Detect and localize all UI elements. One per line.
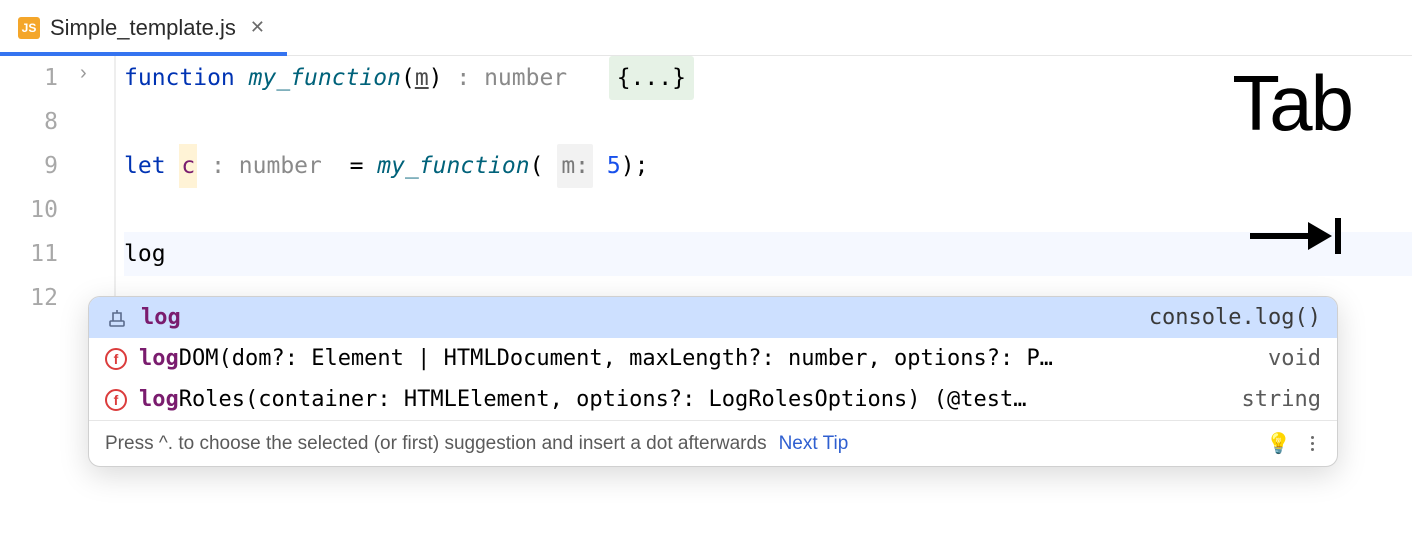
param-hint: m: [557,144,593,188]
function-call: my_function [377,144,529,188]
popup-footer: Press ^. to choose the selected (or firs… [89,420,1337,466]
function-name: my_function [249,56,401,100]
completion-item[interactable]: f logDOM(dom?: Element | HTMLDocument, m… [89,338,1337,379]
line-number: 8 [0,100,58,144]
line-number: 1 [0,56,58,100]
code-line [124,188,1412,232]
chevron-right-icon[interactable]: › [80,62,87,85]
line-number: 12 [0,276,58,320]
number-literal: 5 [607,144,621,188]
keyword: function [124,56,249,100]
typed-text: log [124,232,166,276]
tab-key-label: Tab [1232,58,1352,149]
file-tab[interactable]: JS Simple_template.js ✕ [0,0,287,55]
line-number: 9 [0,144,58,188]
space [593,144,607,188]
tab-key-icon [1248,212,1344,260]
punct: ( [530,144,558,188]
function-icon: f [105,389,127,411]
code-line [124,100,1412,144]
completion-tail: console.log() [1149,305,1321,330]
punct: ); [621,144,649,188]
fold-gutter: › [72,56,114,320]
param: m [415,56,429,100]
tab-bar: JS Simple_template.js ✕ [0,0,1412,56]
completion-label: log [141,305,1137,330]
completion-item[interactable]: f logRoles(container: HTMLElement, optio… [89,379,1337,420]
folded-block[interactable]: {...} [609,56,694,100]
completion-label: logDOM(dom?: Element | HTMLDocument, max… [139,346,1236,371]
completion-popup: log console.log() f logDOM(dom?: Element… [88,296,1338,467]
function-icon: f [105,348,127,370]
completion-item[interactable]: log console.log() [89,297,1337,338]
completion-label: logRoles(container: HTMLElement, options… [139,387,1210,412]
line-number-gutter: 1 8 9 10 11 12 [0,56,72,320]
tip-text: Press ^. to choose the selected (or firs… [105,433,767,455]
code-editor[interactable]: 1 8 9 10 11 12 › function my_function(m)… [0,56,1412,320]
code-line: function my_function(m) : number {...} [124,56,1412,100]
live-template-icon [105,306,129,330]
punct: ) [429,56,457,100]
line-number: 10 [0,188,58,232]
completion-type: void [1248,346,1321,371]
completion-type: string [1222,387,1321,412]
type-hint: : number [456,56,608,100]
lightbulb-icon[interactable]: 💡 [1266,431,1291,456]
close-icon[interactable]: ✕ [246,13,269,42]
line-number: 11 [0,232,58,276]
js-file-icon: JS [18,17,40,39]
tab-filename: Simple_template.js [50,15,236,41]
type-hint: : number [197,144,349,188]
keyword: let [124,144,179,188]
code-area[interactable]: function my_function(m) : number {...} l… [116,56,1412,320]
variable: c [179,144,197,188]
punct: = [350,144,378,188]
more-menu-icon[interactable] [1303,436,1321,451]
next-tip-link[interactable]: Next Tip [779,433,849,455]
punct: ( [401,56,415,100]
code-line-current: log [124,232,1412,276]
code-line: let c : number = my_function( m: 5); [124,144,1412,188]
